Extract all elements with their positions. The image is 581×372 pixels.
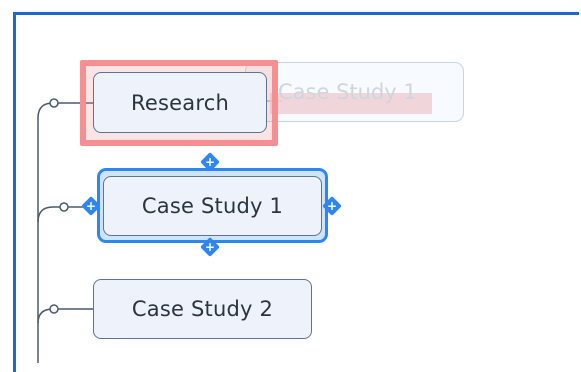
add-parent-handle-icon[interactable]: + (200, 152, 220, 172)
add-sibling-left-handle-icon[interactable]: + (81, 196, 101, 216)
topic-case-study-2[interactable]: Case Study 2 (93, 279, 312, 339)
topic-case-study-1-label: Case Study 1 (141, 194, 284, 218)
topic-case-study-2-label: Case Study 2 (131, 297, 274, 321)
add-child-below-handle-icon[interactable]: + (200, 237, 220, 257)
topic-case-study-1[interactable]: Case Study 1 (103, 176, 322, 236)
topic-research[interactable]: Research (93, 72, 267, 133)
add-child-right-handle-icon[interactable]: + (322, 196, 342, 216)
topic-research-label: Research (131, 90, 229, 115)
drag-preview-label: Case Study 1 (278, 80, 417, 104)
